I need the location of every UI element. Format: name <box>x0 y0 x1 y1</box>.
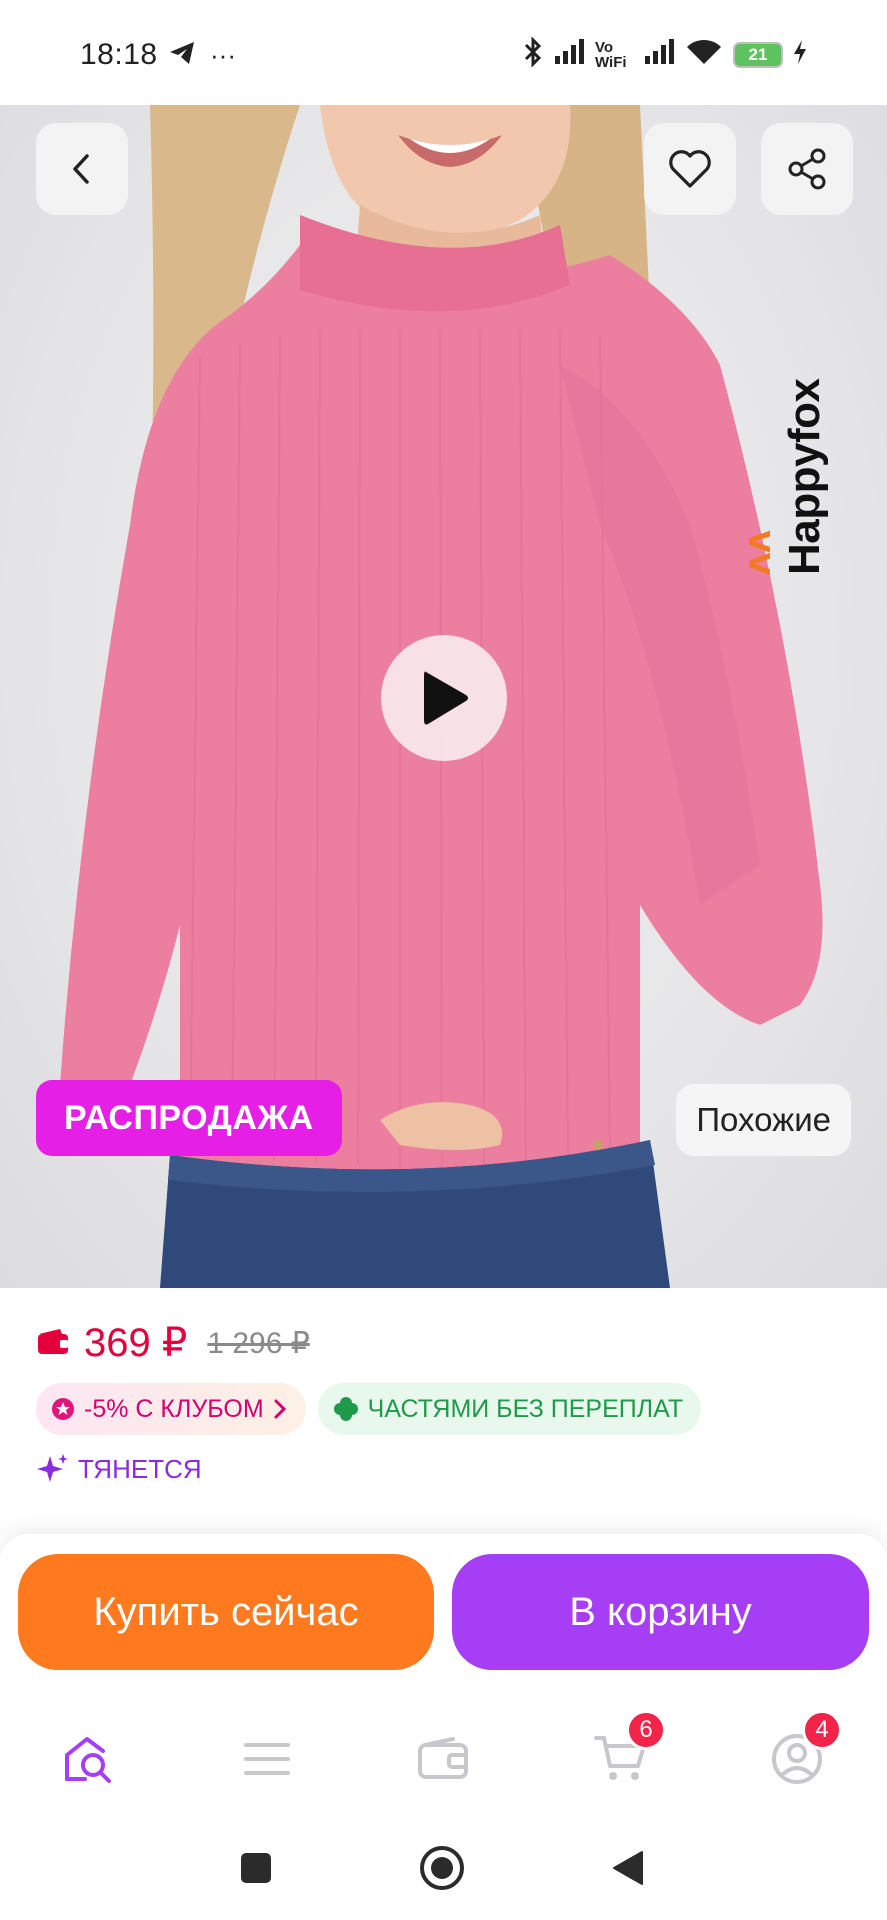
back-button[interactable] <box>36 123 128 215</box>
status-time: 18:18 <box>80 38 158 71</box>
vowifi-label: Vo WiFi <box>595 38 627 71</box>
home-search-icon <box>65 1737 111 1783</box>
club-badge-icon <box>52 1398 74 1420</box>
chevron-right-icon <box>274 1399 286 1419</box>
profile-badge: 4 <box>802 1710 842 1750</box>
add-to-cart-button[interactable]: В корзину <box>452 1554 869 1670</box>
menu-icon <box>244 1743 290 1775</box>
square-icon <box>241 1853 271 1883</box>
status-left-icons: ··· <box>168 40 236 71</box>
system-nav-bar <box>0 1824 887 1920</box>
recent-apps-button[interactable] <box>226 1838 286 1898</box>
nav-catalog[interactable] <box>232 1724 302 1794</box>
wallet-nav-icon <box>418 1737 468 1779</box>
installments-label: ЧАСТЯМИ БЕЗ ПЕРЕПЛАТ <box>367 1394 684 1423</box>
sparkle-icon <box>37 1454 68 1482</box>
product-image[interactable]: ʌʌHappyfox РАСПРОДАЖА Похожие <box>0 105 887 1288</box>
old-price: 1 296 ₽ <box>207 1326 310 1360</box>
club-discount-label: -5% С КЛУБОМ <box>84 1394 264 1423</box>
feature-tag: ТЯНЕТСЯ <box>36 1452 202 1486</box>
status-bar: 18:18 ··· Vo WiFi 21 <box>0 0 887 105</box>
more-notifications-icon: ··· <box>210 40 236 70</box>
club-discount-chip[interactable]: -5% С КЛУБОМ <box>36 1383 306 1435</box>
triangle-back-icon <box>613 1851 643 1885</box>
promo-chips: -5% С КЛУБОМ ЧАСТЯМИ БЕЗ ПЕРЕПЛАТ <box>36 1383 702 1435</box>
price-row: 369 ₽ 1 296 ₽ <box>36 1320 310 1366</box>
share-icon <box>788 148 826 190</box>
sale-badge: РАСПРОДАЖА <box>36 1080 342 1156</box>
cart-badge: 6 <box>626 1710 666 1750</box>
play-icon <box>424 671 468 725</box>
similar-products-button[interactable]: Похожие <box>676 1084 851 1156</box>
status-right-icons: Vo WiFi 21 <box>523 36 807 73</box>
signal-icon-2 <box>643 38 675 71</box>
favorite-button[interactable] <box>644 123 736 215</box>
brand-mark-icon: ʌʌ <box>735 530 779 576</box>
feature-tag-label: ТЯНЕТСЯ <box>78 1453 202 1484</box>
installments-chip[interactable]: ЧАСТЯМИ БЕЗ ПЕРЕПЛАТ <box>317 1383 702 1435</box>
bottom-nav: 6 4 <box>0 1684 887 1824</box>
home-system-button[interactable] <box>412 1838 472 1898</box>
battery-level: 21 <box>733 41 783 68</box>
nav-wallet[interactable] <box>408 1724 478 1794</box>
buy-now-button[interactable]: Купить сейчас <box>18 1554 434 1670</box>
clover-icon <box>333 1397 358 1421</box>
heart-icon <box>669 150 711 188</box>
telegram-icon <box>168 40 196 71</box>
battery-indicator: 21 <box>733 41 783 68</box>
signal-icon <box>553 38 585 71</box>
current-price: 369 ₽ <box>84 1321 188 1365</box>
nav-cart[interactable]: 6 <box>586 1710 666 1794</box>
wallet-icon <box>36 1326 70 1361</box>
play-video-button[interactable] <box>381 635 507 761</box>
nav-profile[interactable]: 4 <box>762 1710 842 1794</box>
purchase-actions: Купить сейчас В корзину <box>0 1534 887 1684</box>
nav-home[interactable] <box>54 1724 124 1794</box>
charging-icon <box>793 39 807 70</box>
chevron-left-icon <box>73 154 89 184</box>
bluetooth-icon <box>523 36 543 73</box>
wifi-icon <box>685 38 723 71</box>
back-system-button[interactable] <box>598 1838 658 1898</box>
share-button[interactable] <box>761 123 853 215</box>
circle-icon <box>420 1846 464 1890</box>
brand-logo: ʌʌHappyfox <box>735 379 829 576</box>
brand-name: Happyfox <box>780 378 829 575</box>
